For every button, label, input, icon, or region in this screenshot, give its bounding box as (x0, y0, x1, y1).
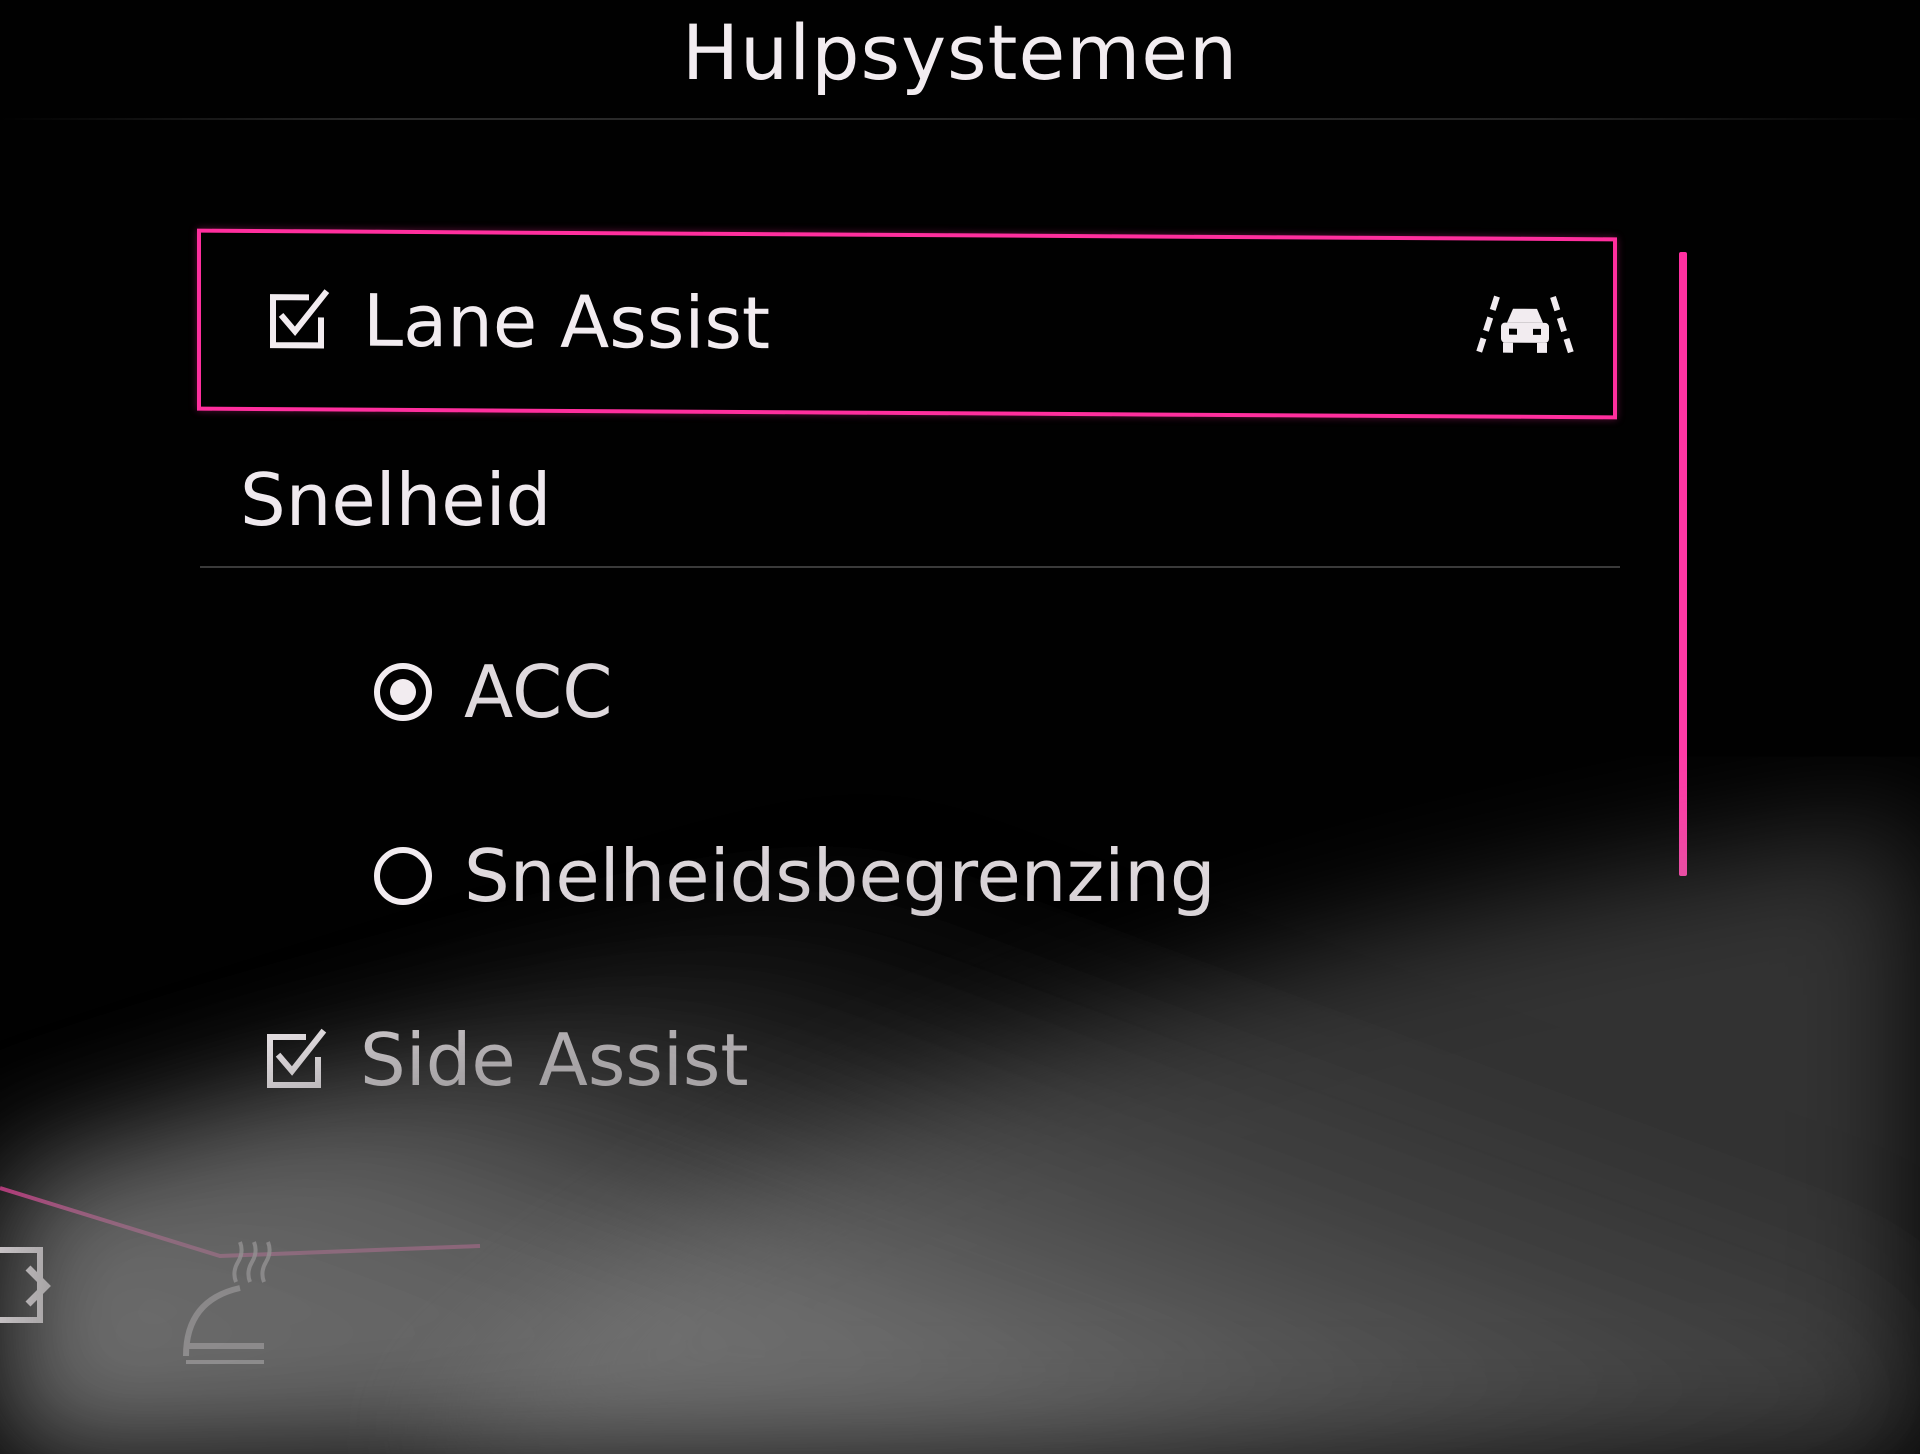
lane-assist-icon (1474, 295, 1576, 360)
title-divider (0, 118, 1920, 120)
option-acc-label: ACC (464, 650, 613, 734)
side-assist-label: Side Assist (360, 1018, 749, 1102)
option-speed-limiter[interactable]: Snelheidsbegrenzing (370, 834, 1216, 918)
infotainment-screen: Hulpsystemen Lane Assist Snelheid ACC Sn… (0, 0, 1920, 1454)
lane-assist-item[interactable]: Lane Assist (197, 228, 1617, 420)
page-title: Hulpsystemen (681, 8, 1239, 97)
lane-assist-label: Lane Assist (363, 278, 771, 366)
checkbox-checked-icon[interactable] (262, 1027, 328, 1093)
rear-window-heating-icon (183, 1241, 272, 1364)
option-acc[interactable]: ACC (370, 650, 613, 734)
option-speed-limiter-label: Snelheidsbegrenzing (464, 834, 1216, 918)
side-assist-item[interactable]: Side Assist (262, 1018, 749, 1102)
battery-icon (0, 1247, 51, 1323)
radio-unselected-icon[interactable] (370, 843, 436, 909)
instrument-cluster-edge (0, 1186, 481, 1364)
checkbox-checked-icon[interactable] (265, 287, 331, 353)
scrollbar[interactable] (1679, 252, 1687, 876)
section-divider (200, 566, 1620, 568)
speed-section-label: Snelheid (240, 458, 552, 542)
radio-selected-icon[interactable] (370, 659, 436, 725)
